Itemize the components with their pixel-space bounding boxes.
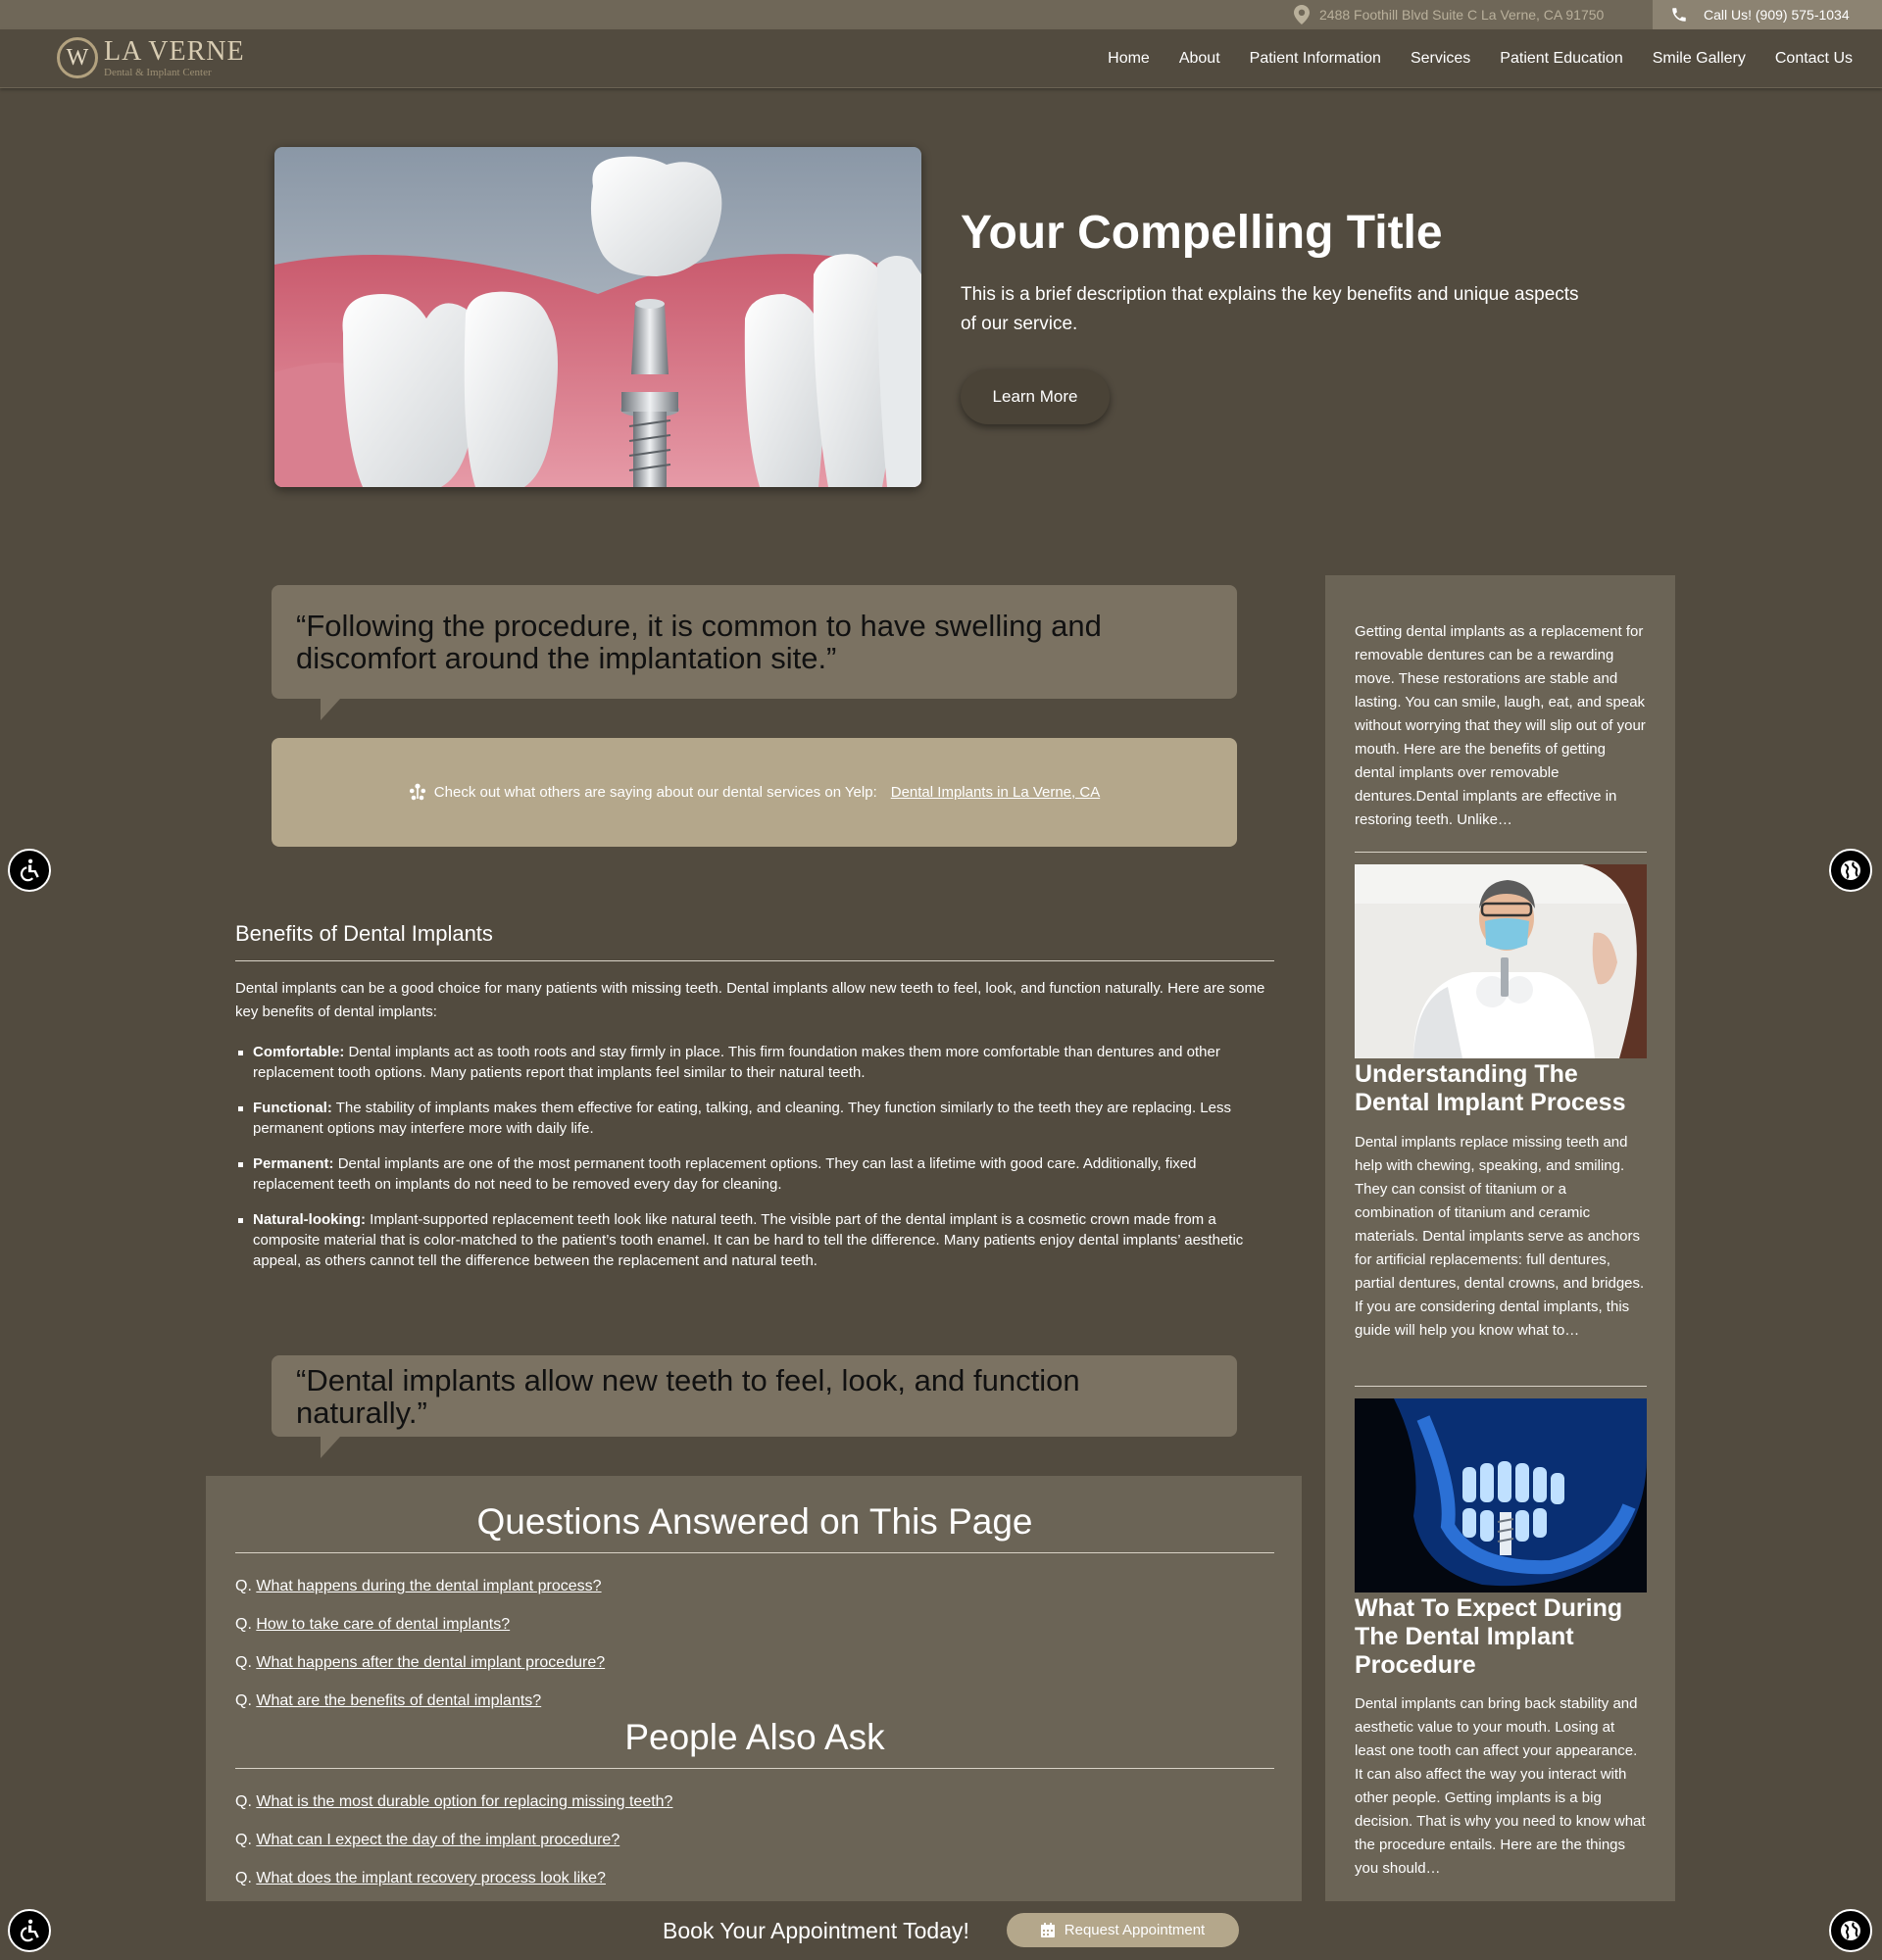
logo-subtitle: Dental & Implant Center bbox=[104, 66, 212, 78]
pull-quote-swelling: “Following the procedure, it is common t… bbox=[272, 585, 1237, 720]
yelp-box: Check out what others are saying about o… bbox=[272, 738, 1237, 847]
yelp-text: Check out what others are saying about o… bbox=[433, 784, 877, 801]
benefit-term: Comfortable: bbox=[253, 1044, 345, 1060]
benefit-text: The stability of implants makes them eff… bbox=[253, 1100, 1231, 1137]
main-nav: Home About Patient Information Services … bbox=[1108, 29, 1882, 88]
question-prefix: Q. bbox=[235, 1578, 252, 1594]
question-item: Q. What can I expect the day of the impl… bbox=[235, 1830, 672, 1868]
article-title[interactable]: Understanding The Dental Implant Process bbox=[1355, 1060, 1647, 1117]
accessibility-button[interactable] bbox=[8, 1909, 51, 1952]
question-link[interactable]: What are the benefits of dental implants… bbox=[256, 1692, 541, 1709]
benefits-heading: Benefits of Dental Implants bbox=[235, 921, 1274, 961]
globe-icon bbox=[1841, 1921, 1860, 1940]
question-link[interactable]: What happens during the dental implant p… bbox=[256, 1578, 601, 1594]
article-image-dentist[interactable] bbox=[1355, 864, 1647, 1058]
question-item: Q. What is the most durable option for r… bbox=[235, 1791, 672, 1830]
benefit-item: Functional: The stability of implants ma… bbox=[235, 1098, 1245, 1139]
benefit-term: Natural-looking: bbox=[253, 1211, 366, 1228]
question-prefix: Q. bbox=[235, 1692, 252, 1709]
article-title[interactable]: What To Expect During The Dental Implant… bbox=[1355, 1594, 1647, 1680]
calendar-icon bbox=[1040, 1923, 1055, 1937]
nav-about[interactable]: About bbox=[1179, 50, 1220, 68]
article-excerpt: Dental implants can bring back stability… bbox=[1355, 1695, 1646, 1877]
benefit-item: Natural-looking: Implant-supported repla… bbox=[235, 1209, 1245, 1271]
hero-image-dental-implant bbox=[274, 147, 921, 487]
question-prefix: Q. bbox=[235, 1793, 252, 1810]
logo-name: LA VERNE bbox=[104, 35, 245, 67]
language-button[interactable] bbox=[1829, 1909, 1872, 1952]
bottom-appointment-bar: Book Your Appointment Today! Request App… bbox=[0, 1901, 1882, 1960]
question-prefix: Q. bbox=[235, 1654, 252, 1671]
benefit-item: Permanent: Dental implants are one of th… bbox=[235, 1153, 1245, 1195]
question-item: Q. How to take care of dental implants? bbox=[235, 1614, 605, 1652]
benefit-text: Dental implants act as tooth roots and s… bbox=[253, 1044, 1220, 1081]
sidebar-intro: Getting dental implants as a replacement… bbox=[1355, 623, 1646, 828]
top-info-bar: 2488 Foothill Blvd Suite C La Verne, CA … bbox=[0, 0, 1882, 29]
call-us-button[interactable]: Call Us! (909) 575-1034 bbox=[1653, 0, 1882, 29]
yelp-icon bbox=[409, 783, 425, 800]
location-pin-icon bbox=[1294, 5, 1310, 24]
people-also-ask-heading: People Also Ask bbox=[235, 1717, 1274, 1769]
nav-patient-information[interactable]: Patient Information bbox=[1250, 50, 1381, 68]
question-link[interactable]: What is the most durable option for repl… bbox=[256, 1793, 672, 1810]
call-us-label: Call Us! (909) 575-1034 bbox=[1704, 7, 1850, 23]
globe-icon bbox=[1841, 860, 1860, 880]
article-image-xray[interactable] bbox=[1355, 1398, 1647, 1592]
question-prefix: Q. bbox=[235, 1616, 252, 1633]
question-item: Q. What happens during the dental implan… bbox=[235, 1576, 605, 1614]
yelp-link[interactable]: Dental Implants in La Verne, CA bbox=[891, 784, 1100, 801]
benefits-list: Comfortable: Dental implants act as toot… bbox=[235, 1042, 1274, 1271]
pull-quote-text: “Following the procedure, it is common t… bbox=[296, 609, 1102, 675]
benefit-term: Functional: bbox=[253, 1100, 332, 1116]
nav-patient-education[interactable]: Patient Education bbox=[1500, 50, 1622, 68]
nav-services[interactable]: Services bbox=[1411, 50, 1470, 68]
benefits-section: Benefits of Dental Implants Dental impla… bbox=[235, 921, 1274, 1286]
request-appointment-button[interactable]: Request Appointment bbox=[1007, 1913, 1239, 1947]
language-button[interactable] bbox=[1829, 849, 1872, 892]
question-prefix: Q. bbox=[235, 1832, 252, 1848]
address-text: 2488 Foothill Blvd Suite C La Verne, CA … bbox=[1319, 7, 1605, 23]
questions-section: Questions Answered on This Page Q. What … bbox=[206, 1476, 1302, 1901]
sidebar: Getting dental implants as a replacement… bbox=[1325, 575, 1675, 1901]
question-link[interactable]: What can I expect the day of the implant… bbox=[256, 1832, 619, 1848]
benefits-intro: Dental implants can be a good choice for… bbox=[235, 980, 1265, 1020]
nav-home[interactable]: Home bbox=[1108, 50, 1150, 68]
accessibility-button[interactable] bbox=[8, 849, 51, 892]
questions-heading: Questions Answered on This Page bbox=[235, 1501, 1274, 1553]
benefit-item: Comfortable: Dental implants act as toot… bbox=[235, 1042, 1245, 1083]
hero-description: This is a brief description that explain… bbox=[961, 284, 1579, 334]
request-appointment-label: Request Appointment bbox=[1064, 1922, 1206, 1938]
phone-icon bbox=[1666, 6, 1692, 24]
question-item: Q. What happens after the dental implant… bbox=[235, 1652, 605, 1690]
book-appointment-text: Book Your Appointment Today! bbox=[663, 1917, 969, 1943]
sidebar-divider bbox=[1355, 852, 1647, 853]
site-header: W LA VERNE Dental & Implant Center Home … bbox=[0, 29, 1882, 88]
sidebar-divider bbox=[1355, 1386, 1647, 1387]
hero-title: Your Compelling Title bbox=[961, 207, 1443, 259]
nav-smile-gallery[interactable]: Smile Gallery bbox=[1653, 50, 1746, 68]
accessibility-icon bbox=[20, 858, 39, 882]
benefit-text: Implant-supported replacement teeth look… bbox=[253, 1211, 1244, 1269]
benefit-text: Dental implants are one of the most perm… bbox=[253, 1155, 1197, 1193]
learn-more-button[interactable]: Learn More bbox=[961, 369, 1110, 424]
people-also-ask-list: Q. What is the most durable option for r… bbox=[235, 1791, 672, 1906]
question-link[interactable]: How to take care of dental implants? bbox=[256, 1616, 510, 1633]
question-link[interactable]: What does the implant recovery process l… bbox=[256, 1870, 606, 1886]
logo-mark: W bbox=[57, 37, 98, 78]
pull-quote-naturally: “Dental implants allow new teeth to feel… bbox=[272, 1355, 1237, 1458]
benefit-term: Permanent: bbox=[253, 1155, 334, 1172]
accessibility-icon bbox=[20, 1919, 39, 1942]
question-link[interactable]: What happens after the dental implant pr… bbox=[256, 1654, 605, 1671]
question-prefix: Q. bbox=[235, 1870, 252, 1886]
logo[interactable]: W LA VERNE Dental & Implant Center bbox=[57, 37, 245, 78]
article-excerpt: Dental implants replace missing teeth an… bbox=[1355, 1134, 1645, 1339]
address[interactable]: 2488 Foothill Blvd Suite C La Verne, CA … bbox=[1294, 0, 1604, 29]
questions-list: Q. What happens during the dental implan… bbox=[235, 1576, 605, 1729]
pull-quote-text: “Dental implants allow new teeth to feel… bbox=[296, 1362, 1080, 1430]
nav-contact-us[interactable]: Contact Us bbox=[1775, 50, 1853, 68]
